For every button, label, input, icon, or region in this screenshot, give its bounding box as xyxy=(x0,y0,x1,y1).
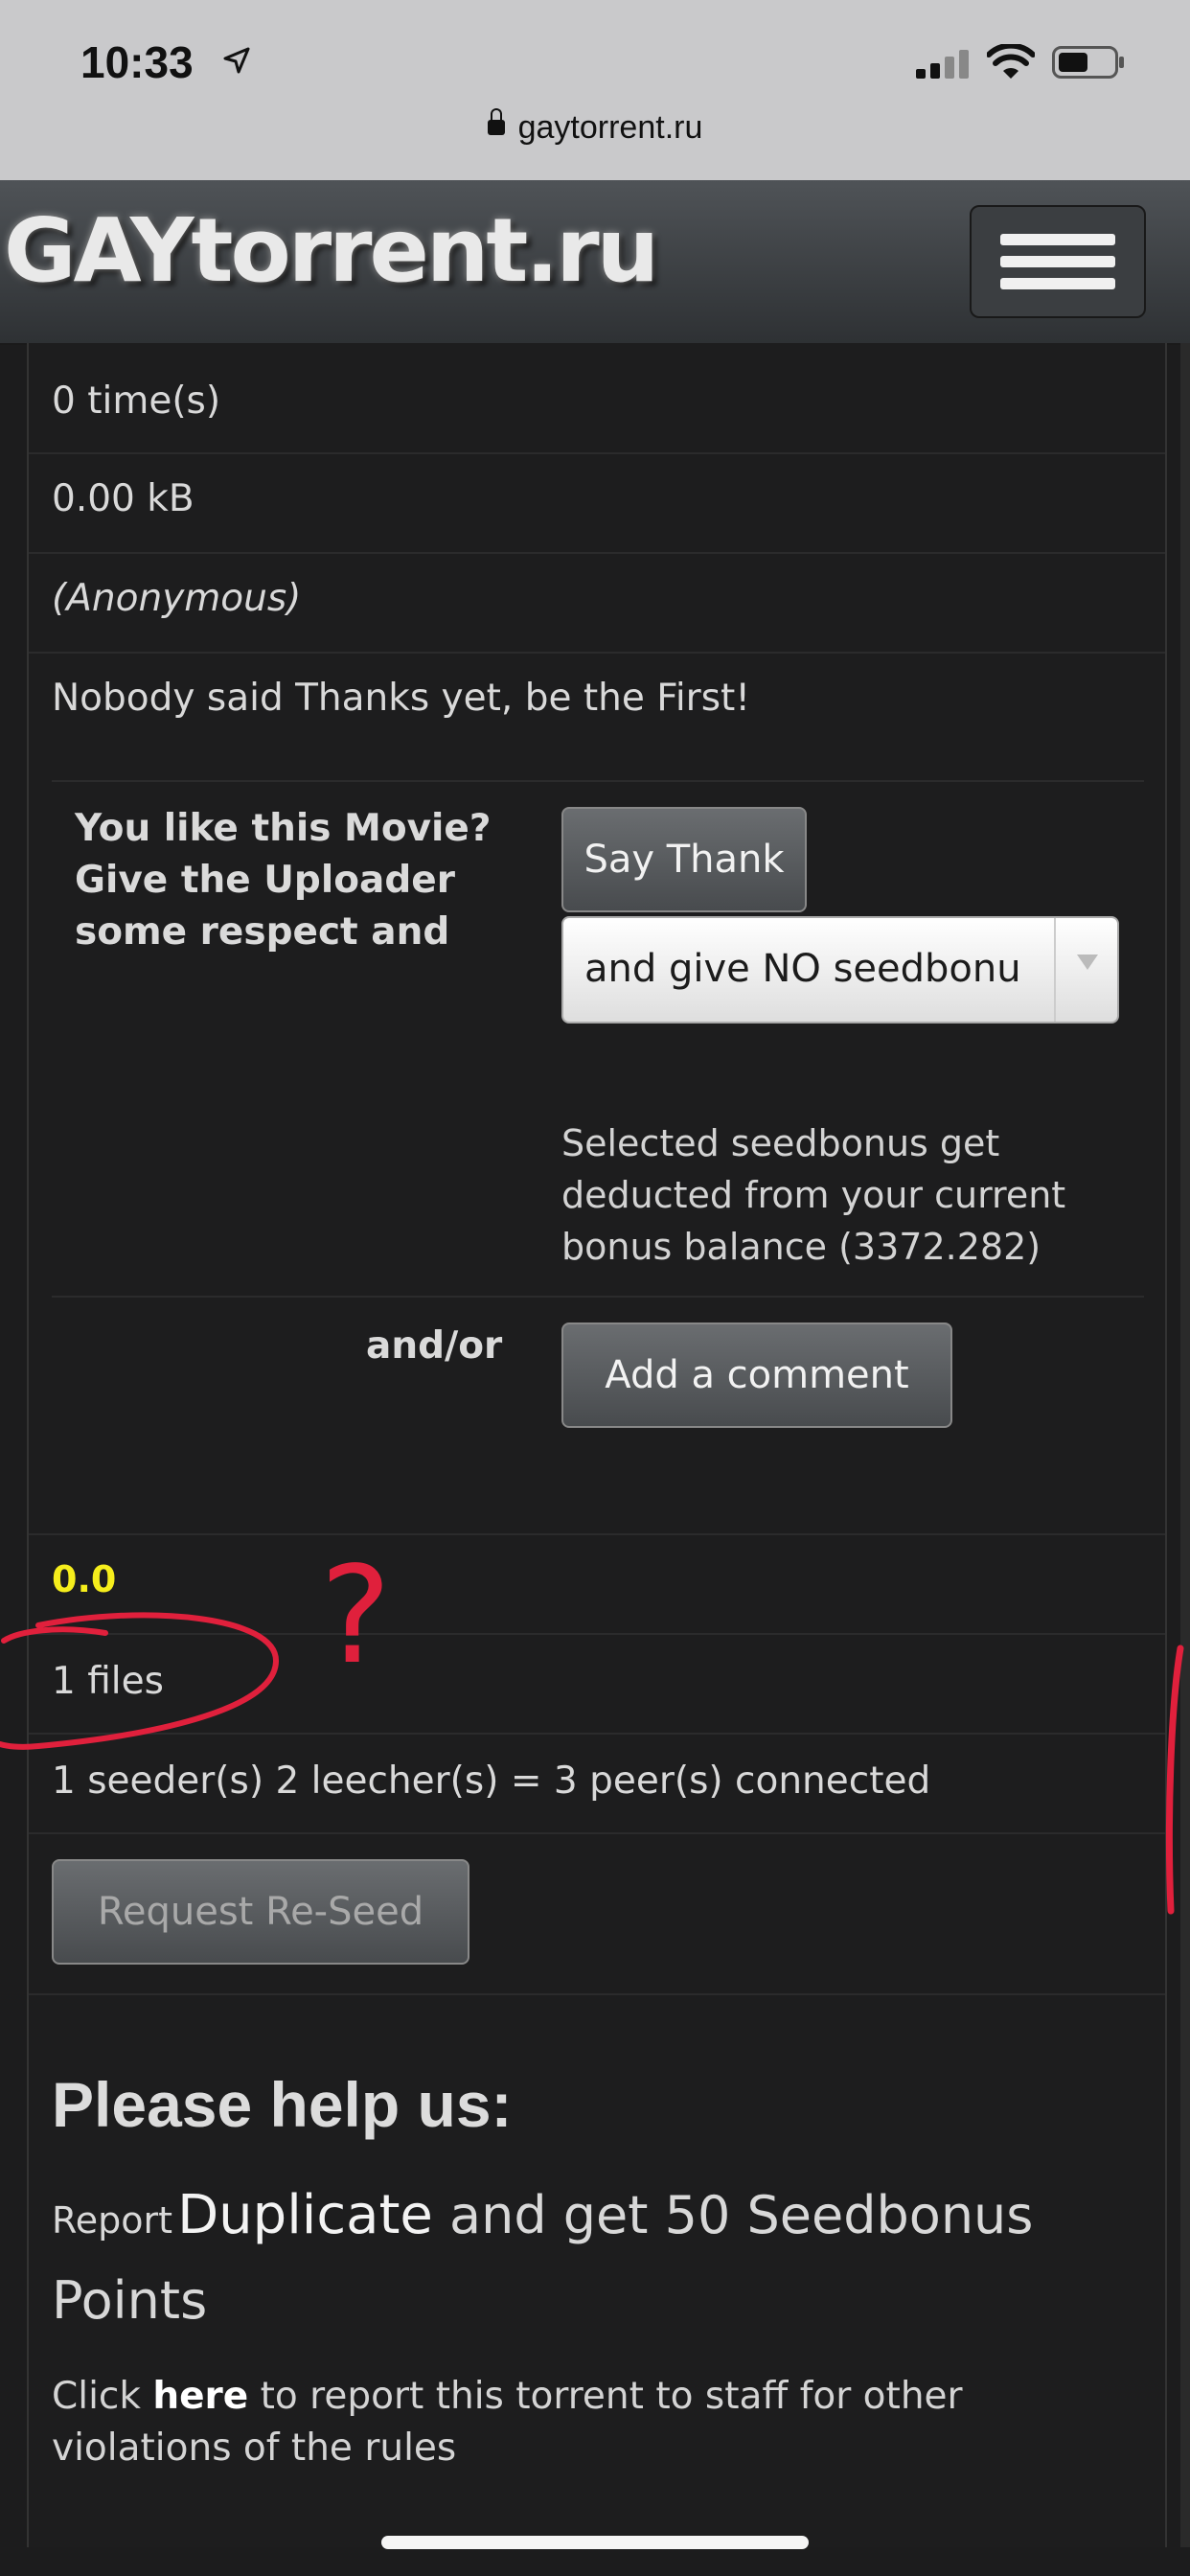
thanks-prompt-label: You like this Movie? Give the Uploader s… xyxy=(75,807,492,954)
hamburger-menu-button[interactable] xyxy=(970,205,1146,318)
click-prefix: Click xyxy=(52,2375,153,2418)
report-duplicate-text: Report Duplicate and get 50 Seedbonus Po… xyxy=(52,2179,1125,2350)
battery-icon xyxy=(1052,46,1124,79)
seedbonus-note: Selected seedbonus get deducted from you… xyxy=(561,1122,1066,1268)
uploader-value: (Anonymous) xyxy=(52,577,302,620)
duplicate-link[interactable]: Duplicate xyxy=(177,2184,433,2246)
home-indicator[interactable] xyxy=(381,2536,809,2549)
snatched-value: 0 time(s) xyxy=(52,380,221,423)
lock-icon xyxy=(487,108,505,136)
wifi-icon xyxy=(987,44,1035,79)
seedbonus-select[interactable]: and give NO seedbonu xyxy=(561,916,1119,1024)
here-link[interactable]: here xyxy=(152,2375,248,2418)
location-arrow-icon xyxy=(223,47,250,74)
size-value: 0.00 kB xyxy=(52,477,195,520)
files-count[interactable]: 1 files xyxy=(52,1660,164,1703)
report-staff-text: Click here to report this torrent to sta… xyxy=(52,2371,1125,2474)
reseed-row xyxy=(29,1832,1165,1995)
thanks-status-row: Nobody said Thanks yet, be the First! xyxy=(29,652,1165,751)
peers-text: 1 seeder(s) 2 leecher(s) = 3 peer(s) con… xyxy=(52,1760,931,1803)
site-header: GAYtorrent.ru xyxy=(0,180,1190,345)
thanks-status-text: Nobody said Thanks yet, be the First! xyxy=(52,677,750,720)
andor-label: and/or xyxy=(366,1324,503,1368)
site-logo[interactable]: GAYtorrent.ru xyxy=(4,199,659,302)
status-time: 10:33 xyxy=(80,37,194,87)
divider xyxy=(52,1296,1144,1298)
snatched-row: 0 time(s) xyxy=(29,343,1165,454)
torrent-details-panel: 0 time(s) 0.00 kB (Anonymous) Nobody sai… xyxy=(27,343,1167,2547)
size-row: 0.00 kB xyxy=(29,452,1165,554)
page-scrollbar[interactable] xyxy=(1180,343,1190,2547)
peers-row: 1 seeder(s) 2 leecher(s) = 3 peer(s) con… xyxy=(29,1733,1165,1834)
chevron-down-icon xyxy=(1054,918,1117,1022)
rating-row xyxy=(29,1535,1165,1635)
url-text: gaytorrent.ru xyxy=(517,109,703,146)
browser-chrome: 10:33 gaytorrent.ru xyxy=(0,0,1190,180)
divider xyxy=(52,780,1144,782)
add-comment-button[interactable]: Add a comment xyxy=(561,1322,952,1428)
seedbonus-selected-value: and give NO seedbonu xyxy=(584,947,1021,991)
say-thank-you-button[interactable]: Say Thank You! xyxy=(561,807,807,983)
report-prefix: Report xyxy=(52,2199,172,2242)
help-title: Please help us: xyxy=(52,2069,513,2140)
files-row: 1 files xyxy=(29,1633,1165,1735)
cellular-signal-icon xyxy=(916,50,970,79)
url-bar[interactable]: gaytorrent.ru xyxy=(0,108,1190,147)
uploader-row: (Anonymous) xyxy=(29,552,1165,654)
